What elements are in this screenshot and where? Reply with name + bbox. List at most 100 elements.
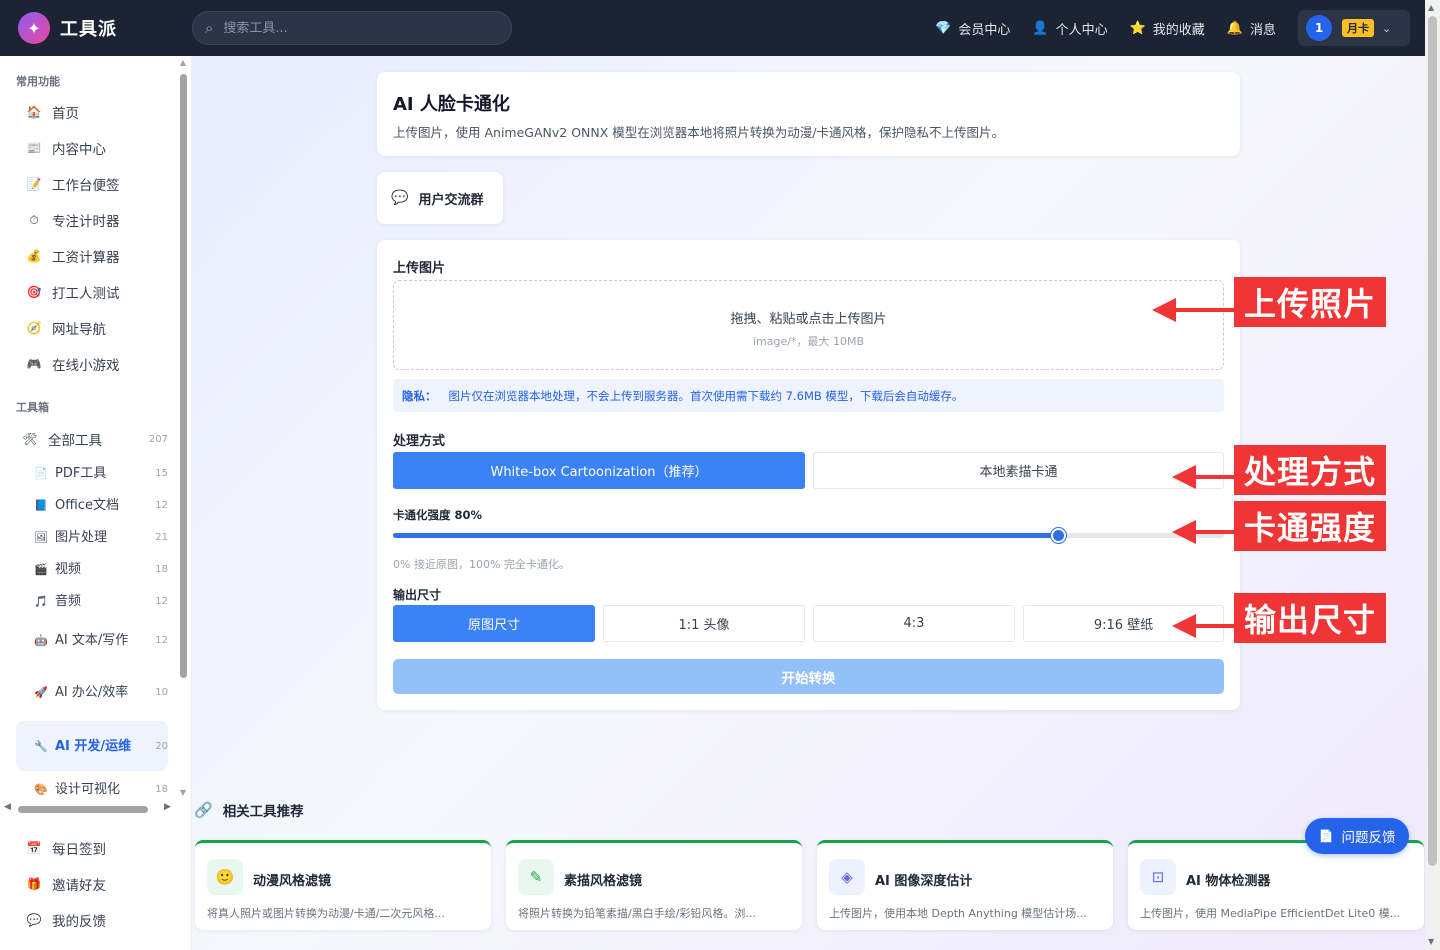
sidebar-item-label: 邀请好友 xyxy=(52,878,106,894)
method-selector: White-box Cartoonization（推荐） 本地素描卡通 xyxy=(393,452,1224,489)
sidebar-item-label: 图片处理 xyxy=(55,529,108,545)
scrollbar-thumb[interactable] xyxy=(18,806,148,813)
rocket-icon: 🚀 xyxy=(34,685,48,699)
newspaper-icon: 📰 xyxy=(26,141,42,155)
scroll-down-arrow-icon[interactable]: ▼ xyxy=(178,788,188,797)
tool-count: 207 xyxy=(148,433,168,445)
tool-description: 上传图片，使用本地 Depth Anything 模型估计场... xyxy=(829,907,1087,920)
chat-bubble-icon: 💬 xyxy=(391,190,409,206)
sidebar-item-label: 每日签到 xyxy=(52,842,106,858)
output-option-square[interactable]: 1:1 头像 xyxy=(603,605,805,642)
privacy-title: 隐私： xyxy=(402,388,437,403)
related-tool-card[interactable]: 🙂 动漫风格滤镜 将真人照片或图片转换为动漫/卡通/二次元风格... xyxy=(195,840,491,930)
cartoonize-form: 上传图片 拖拽、粘贴或点击上传图片 image/*，最大 10MB 隐私： 图片… xyxy=(377,240,1240,710)
section-title-toolbox: 工具箱 xyxy=(16,401,49,414)
object-detect-icon: ⊡ xyxy=(1140,859,1176,895)
sidebar-item-worker-test[interactable]: 🎯 打工人测试 xyxy=(16,276,168,308)
sidebar-item-ai-writing[interactable]: 🤖 AI 文本/写作 12 xyxy=(16,618,168,662)
sidebar-item-label: Office文档 xyxy=(55,497,119,513)
page-header-card: AI 人脸卡通化 上传图片，使用 AnimeGANv2 ONNX 模型在浏览器本… xyxy=(377,72,1240,156)
nav-member-center[interactable]: 💎 会员中心 xyxy=(935,19,1010,38)
slider-handle[interactable] xyxy=(1051,528,1066,543)
sidebar-item-label: 设计可视化 xyxy=(55,781,121,797)
slider-fill xyxy=(393,533,1058,538)
strength-hint: 0% 接近原图，100% 完全卡通化。 xyxy=(393,558,570,571)
tool-count: 18 xyxy=(155,563,168,575)
search-icon: ⌕ xyxy=(205,19,214,37)
sidebar-item-design[interactable]: 🎨 设计可视化 18 xyxy=(16,777,168,801)
sidebar-item-home[interactable]: 🏠 首页 xyxy=(16,96,168,128)
upload-dropzone[interactable]: 拖拽、粘贴或点击上传图片 image/*，最大 10MB xyxy=(393,280,1224,370)
nav-messages[interactable]: 🔔 消息 xyxy=(1227,19,1276,38)
output-option-4-3[interactable]: 4:3 xyxy=(813,605,1015,642)
scrollbar-thumb[interactable] xyxy=(1428,16,1437,866)
user-menu[interactable]: 1 月卡 ⌄ xyxy=(1298,10,1410,46)
scroll-left-arrow-icon[interactable]: ◀ xyxy=(4,802,11,812)
feedback-button[interactable]: 📄 问题反馈 xyxy=(1305,818,1409,854)
sidebar-item-label: AI 文本/写作 xyxy=(55,632,129,648)
sidebar-item-office[interactable]: 📘 Office文档 12 xyxy=(16,489,168,521)
sidebar-horizontal-scrollbar[interactable]: ◀ ▶ xyxy=(0,802,178,816)
anime-filter-icon: 🙂 xyxy=(207,859,243,895)
sidebar-scroll-area[interactable]: 常用功能 🏠 首页 📰 内容中心 📝 工作台便签 ⏱ 专注计时器 💰 工资计算器 🎯 打工人… xyxy=(0,56,178,802)
sidebar-item-all-tools[interactable]: 🛠 全部工具 207 xyxy=(16,423,168,455)
sidebar-item-salary-calculator[interactable]: 💰 工资计算器 xyxy=(16,240,168,272)
user-group-button[interactable]: 💬 用户交流群 xyxy=(377,172,503,224)
nav-personal-center[interactable]: 👤 个人中心 xyxy=(1032,19,1107,38)
sidebar-item-invite-friends[interactable]: 🎁 邀请好友 xyxy=(16,868,168,900)
sidebar-item-my-feedback[interactable]: 💬 我的反馈 xyxy=(16,904,168,936)
link-icon: 🔗 xyxy=(194,801,213,819)
sidebar-item-focus-timer[interactable]: ⏱ 专注计时器 xyxy=(16,204,168,236)
upload-label: 上传图片 xyxy=(393,261,446,276)
method-option-sketch[interactable]: 本地素描卡通 xyxy=(813,452,1224,489)
strength-slider[interactable] xyxy=(393,527,1224,545)
search-input[interactable] xyxy=(223,20,484,36)
tool-description: 上传图片，使用 MediaPipe EfficientDet Lite0 模..… xyxy=(1140,907,1401,920)
nav-label: 个人中心 xyxy=(1055,22,1108,38)
sidebar-item-content-center[interactable]: 📰 内容中心 xyxy=(16,132,168,164)
search-box[interactable]: ⌕ xyxy=(192,11,512,45)
related-tool-card[interactable]: ✎ 素描风格滤镜 将照片转换为铅笔素描/黑白手绘/彩铅风格。浏... xyxy=(506,840,802,930)
scrollbar-thumb[interactable] xyxy=(180,74,187,678)
sidebar-item-notes[interactable]: 📝 工作台便签 xyxy=(16,168,168,200)
sidebar-item-label: AI 办公/效率 xyxy=(55,684,129,700)
sidebar-item-label: 视频 xyxy=(55,561,82,577)
sidebar-vertical-scrollbar[interactable]: ▲ ▼ xyxy=(178,58,188,798)
annotation-method: 处理方式 xyxy=(1234,445,1386,495)
brand-logo[interactable]: ✦ 工具派 xyxy=(18,12,192,44)
sidebar-item-ai-devops[interactable]: 🔧 AI 开发/运维 20 xyxy=(16,721,168,771)
tool-name: 动漫风格滤镜 xyxy=(253,874,332,889)
sidebar-item-url-nav[interactable]: 🧭 网址导航 xyxy=(16,312,168,344)
scroll-right-arrow-icon[interactable]: ▶ xyxy=(164,802,171,812)
sidebar-item-image[interactable]: 🖼 图片处理 21 xyxy=(16,521,168,553)
scroll-down-arrow-icon[interactable]: ▼ xyxy=(1428,937,1434,946)
tool-description: 将真人照片或图片转换为动漫/卡通/二次元风格... xyxy=(207,907,445,920)
method-option-whitebox[interactable]: White-box Cartoonization（推荐） xyxy=(393,452,805,489)
start-convert-button[interactable]: 开始转换 xyxy=(393,659,1224,694)
sidebar-item-ai-office[interactable]: 🚀 AI 办公/效率 10 xyxy=(16,670,168,714)
scroll-up-arrow-icon[interactable]: ▲ xyxy=(1428,3,1434,12)
user-group-label: 用户交流群 xyxy=(418,192,484,208)
scroll-up-arrow-icon[interactable]: ▲ xyxy=(178,58,188,67)
sidebar-item-label: 音频 xyxy=(55,593,82,609)
output-option-original[interactable]: 原图尺寸 xyxy=(393,605,595,642)
sidebar-item-label: AI 开发/运维 xyxy=(55,738,132,754)
sidebar-item-video[interactable]: 🎬 视频 18 xyxy=(16,553,168,585)
sidebar-item-label: 工资计算器 xyxy=(52,250,120,266)
nav-label: 会员中心 xyxy=(958,22,1011,38)
sidebar-item-audio[interactable]: 🎵 音频 12 xyxy=(16,585,168,617)
sketch-filter-icon: ✎ xyxy=(518,859,554,895)
related-tool-card[interactable]: ◈ AI 图像深度估计 上传图片，使用本地 Depth Anything 模型估… xyxy=(817,840,1113,930)
tool-count: 15 xyxy=(155,467,168,479)
sidebar-item-pdf[interactable]: 📄 PDF工具 15 xyxy=(16,457,168,489)
membership-badge: 月卡 xyxy=(1342,19,1374,37)
tool-count: 12 xyxy=(155,595,168,607)
sidebar-item-daily-checkin[interactable]: 📅 每日签到 xyxy=(16,832,168,864)
sidebar-item-mini-games[interactable]: 🎮 在线小游戏 xyxy=(16,348,168,380)
privacy-notice: 隐私： 图片仅在浏览器本地处理，不会上传到服务器。首次使用需下载约 7.6MB … xyxy=(393,379,1224,412)
privacy-text: 图片仅在浏览器本地处理，不会上传到服务器。首次使用需下载约 7.6MB 模型，下… xyxy=(448,388,964,403)
tool-count: 10 xyxy=(155,686,168,698)
page-scrollbar[interactable]: ▲ ▼ xyxy=(1425,0,1440,950)
tool-count: 12 xyxy=(155,499,168,511)
nav-favorites[interactable]: ⭐ 我的收藏 xyxy=(1130,19,1205,38)
